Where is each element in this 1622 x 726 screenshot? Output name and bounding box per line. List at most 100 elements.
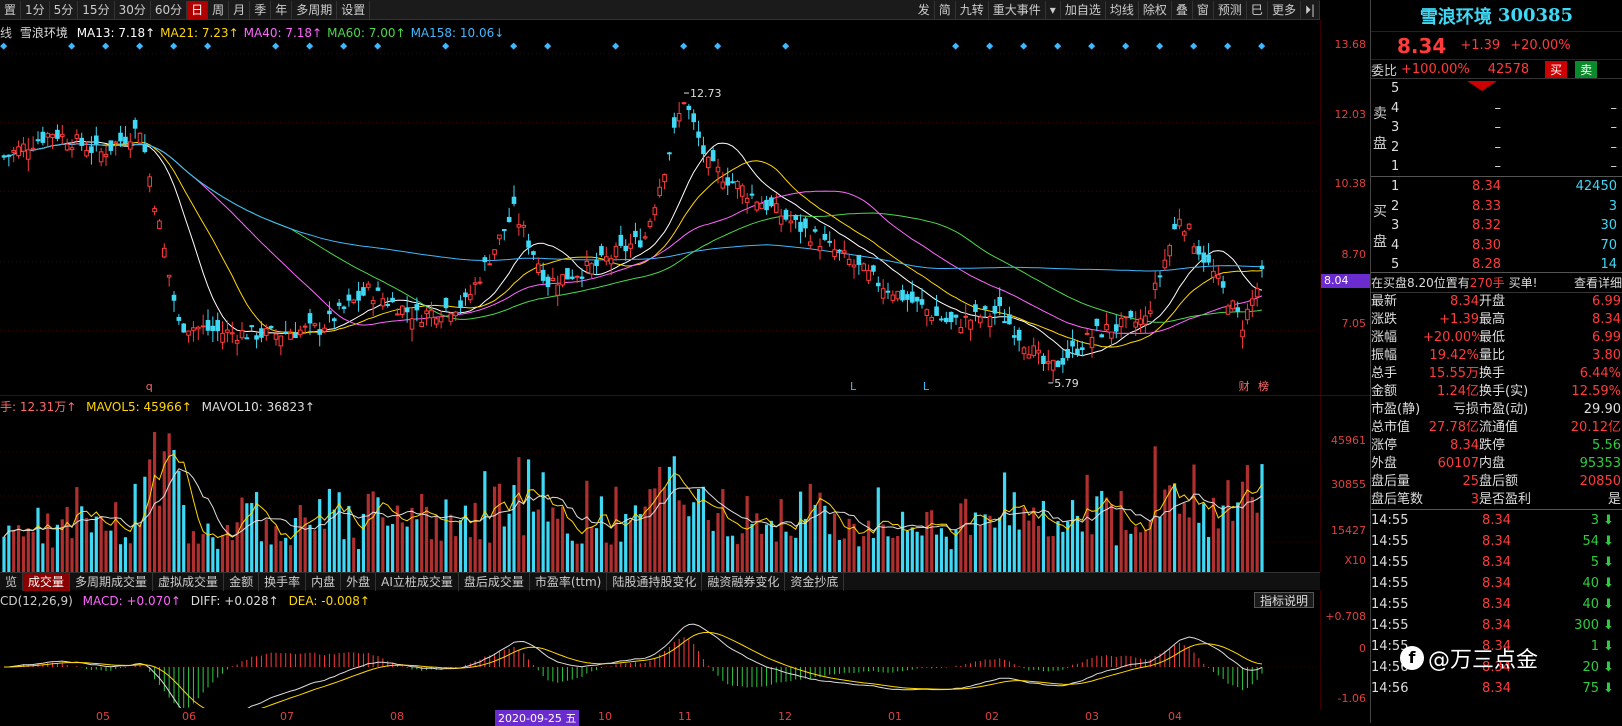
volume-bar bbox=[31, 531, 35, 572]
indicator-tab[interactable]: 外盘 bbox=[341, 572, 377, 591]
signal-diamond-icon bbox=[374, 42, 382, 50]
moving-average-line bbox=[3, 140, 1263, 357]
toolbar-button[interactable]: 均线 bbox=[1106, 0, 1139, 19]
indicator-explain-button[interactable]: 指标说明 bbox=[1254, 592, 1314, 608]
volume-bar bbox=[590, 526, 594, 572]
candle-body bbox=[803, 218, 808, 229]
candle-body bbox=[987, 316, 993, 328]
volume-bar bbox=[556, 518, 560, 572]
toolbar-button[interactable]: 叠 bbox=[1172, 0, 1193, 19]
candle-body bbox=[1143, 315, 1148, 325]
event-marker[interactable]: L bbox=[923, 380, 930, 393]
period-tab[interactable]: 年 bbox=[271, 0, 293, 19]
volume-bar bbox=[211, 537, 215, 572]
toolbar-button[interactable]: 更多 bbox=[1268, 0, 1301, 19]
volume-bar bbox=[75, 487, 79, 572]
volume-bar bbox=[488, 542, 492, 572]
volume-chart[interactable] bbox=[0, 412, 1320, 572]
toolbar-button[interactable]: 预测 bbox=[1214, 0, 1247, 19]
indicator-tab[interactable]: 融资融券变化 bbox=[702, 572, 786, 591]
event-marker[interactable]: L bbox=[850, 380, 857, 393]
period-tab[interactable]: 日 bbox=[187, 0, 209, 19]
order-row: 2 – – bbox=[1391, 138, 1622, 158]
toolbar-button[interactable]: 窗 bbox=[1193, 0, 1214, 19]
signal-diamond-icon bbox=[1054, 42, 1062, 50]
candle-body bbox=[147, 176, 153, 187]
period-tab[interactable]: 60分 bbox=[151, 0, 188, 19]
indicator-tab[interactable]: 览 bbox=[0, 572, 24, 591]
period-tab[interactable]: 5分 bbox=[50, 0, 79, 19]
event-marker[interactable]: 榜 bbox=[1258, 379, 1269, 393]
candle-body bbox=[895, 290, 901, 300]
candle-body bbox=[1152, 282, 1158, 291]
indicator-tab[interactable]: 内盘 bbox=[306, 572, 342, 591]
period-tab[interactable]: 周 bbox=[208, 0, 230, 19]
candle-body bbox=[705, 156, 711, 169]
candle-body bbox=[827, 240, 833, 243]
toolbar-button[interactable]: 巳 bbox=[1247, 0, 1268, 19]
period-tab[interactable]: 月 bbox=[229, 0, 251, 19]
moving-average-line bbox=[3, 141, 1263, 348]
indicator-tab[interactable]: AI立桩成交量 bbox=[376, 572, 459, 591]
indicator-tab[interactable]: 盘后成交量 bbox=[459, 572, 530, 591]
candlestick-chart[interactable]: 12.73 5.79 L L 财榜 q bbox=[0, 40, 1320, 395]
view-detail-link[interactable]: 查看详细 bbox=[1574, 273, 1622, 292]
period-tab[interactable]: 多周期 bbox=[292, 0, 338, 19]
period-tab[interactable]: 15分 bbox=[78, 0, 115, 19]
candle-body bbox=[1249, 298, 1255, 306]
period-tab[interactable]: 30分 bbox=[115, 0, 151, 19]
candle-body bbox=[1211, 270, 1216, 278]
volume-bar bbox=[1129, 533, 1133, 572]
toolbar-button[interactable]: 重大事件 bbox=[989, 0, 1046, 19]
volume-bar bbox=[1182, 502, 1186, 572]
indicator-tab[interactable]: 陆股通持股变化 bbox=[607, 572, 703, 591]
volume-bar bbox=[910, 527, 914, 572]
candle-body bbox=[205, 320, 211, 331]
toolbar-button[interactable]: ▾ bbox=[1046, 0, 1061, 19]
volume-bar bbox=[769, 520, 774, 572]
buy-button[interactable]: 买 bbox=[1545, 60, 1568, 78]
volume-bar bbox=[575, 543, 579, 572]
toolbar-button[interactable]: 除权 bbox=[1139, 0, 1172, 19]
candle-body bbox=[409, 318, 415, 330]
candle-body bbox=[142, 144, 148, 153]
volume-bar bbox=[332, 509, 336, 572]
period-tab[interactable]: 置 bbox=[0, 0, 22, 19]
volume-bar bbox=[80, 506, 84, 572]
ma-label: MA60: 7.00↑ bbox=[327, 26, 406, 40]
toolbar-button[interactable]: ⏵| bbox=[1301, 0, 1320, 19]
order-price: – bbox=[1494, 139, 1502, 155]
signal-diamond-icon bbox=[1190, 42, 1198, 50]
candle-body bbox=[424, 310, 429, 315]
volume-bar bbox=[313, 530, 317, 572]
stat-value: 95353 bbox=[1579, 456, 1621, 471]
indicator-tab[interactable]: 成交量 bbox=[23, 572, 71, 591]
indicator-tab[interactable]: 虚拟成交量 bbox=[153, 572, 225, 591]
toolbar-button[interactable]: 九转 bbox=[956, 0, 989, 19]
indicator-tab[interactable]: 换手率 bbox=[259, 572, 307, 591]
period-tab[interactable]: 设置 bbox=[337, 0, 371, 19]
macd-chart[interactable] bbox=[0, 608, 1320, 708]
candle-body bbox=[720, 181, 726, 189]
event-marker[interactable]: q bbox=[146, 380, 153, 393]
indicator-tab[interactable]: 多周期成交量 bbox=[70, 572, 154, 591]
candle-body bbox=[380, 298, 386, 307]
candle-body bbox=[715, 166, 721, 173]
toolbar-button[interactable]: 加自选 bbox=[1061, 0, 1106, 19]
toolbar-button[interactable]: 发 bbox=[914, 0, 935, 19]
candle-body bbox=[535, 263, 541, 274]
indicator-tab[interactable]: 市盈率(ttm) bbox=[530, 572, 608, 591]
candle-body bbox=[637, 240, 643, 248]
candle-body bbox=[1259, 265, 1265, 270]
indicator-tab[interactable]: 资金抄底 bbox=[785, 572, 845, 591]
sell-button[interactable]: 卖 bbox=[1575, 60, 1598, 78]
indicator-tab[interactable]: 金额 bbox=[224, 572, 260, 591]
event-marker[interactable]: 财 bbox=[1239, 379, 1250, 393]
toolbar-right: 发简九转 重大事件 ▾ 加自选 均线 除权叠窗预测巳更多 ⏵| bbox=[914, 0, 1320, 19]
period-tab[interactable]: 1分 bbox=[21, 0, 50, 19]
volume-bar bbox=[2, 536, 6, 572]
toolbar-button[interactable]: 简 bbox=[935, 0, 956, 19]
candle-body bbox=[608, 258, 614, 265]
candle-body bbox=[555, 284, 561, 296]
period-tab[interactable]: 季 bbox=[250, 0, 272, 19]
